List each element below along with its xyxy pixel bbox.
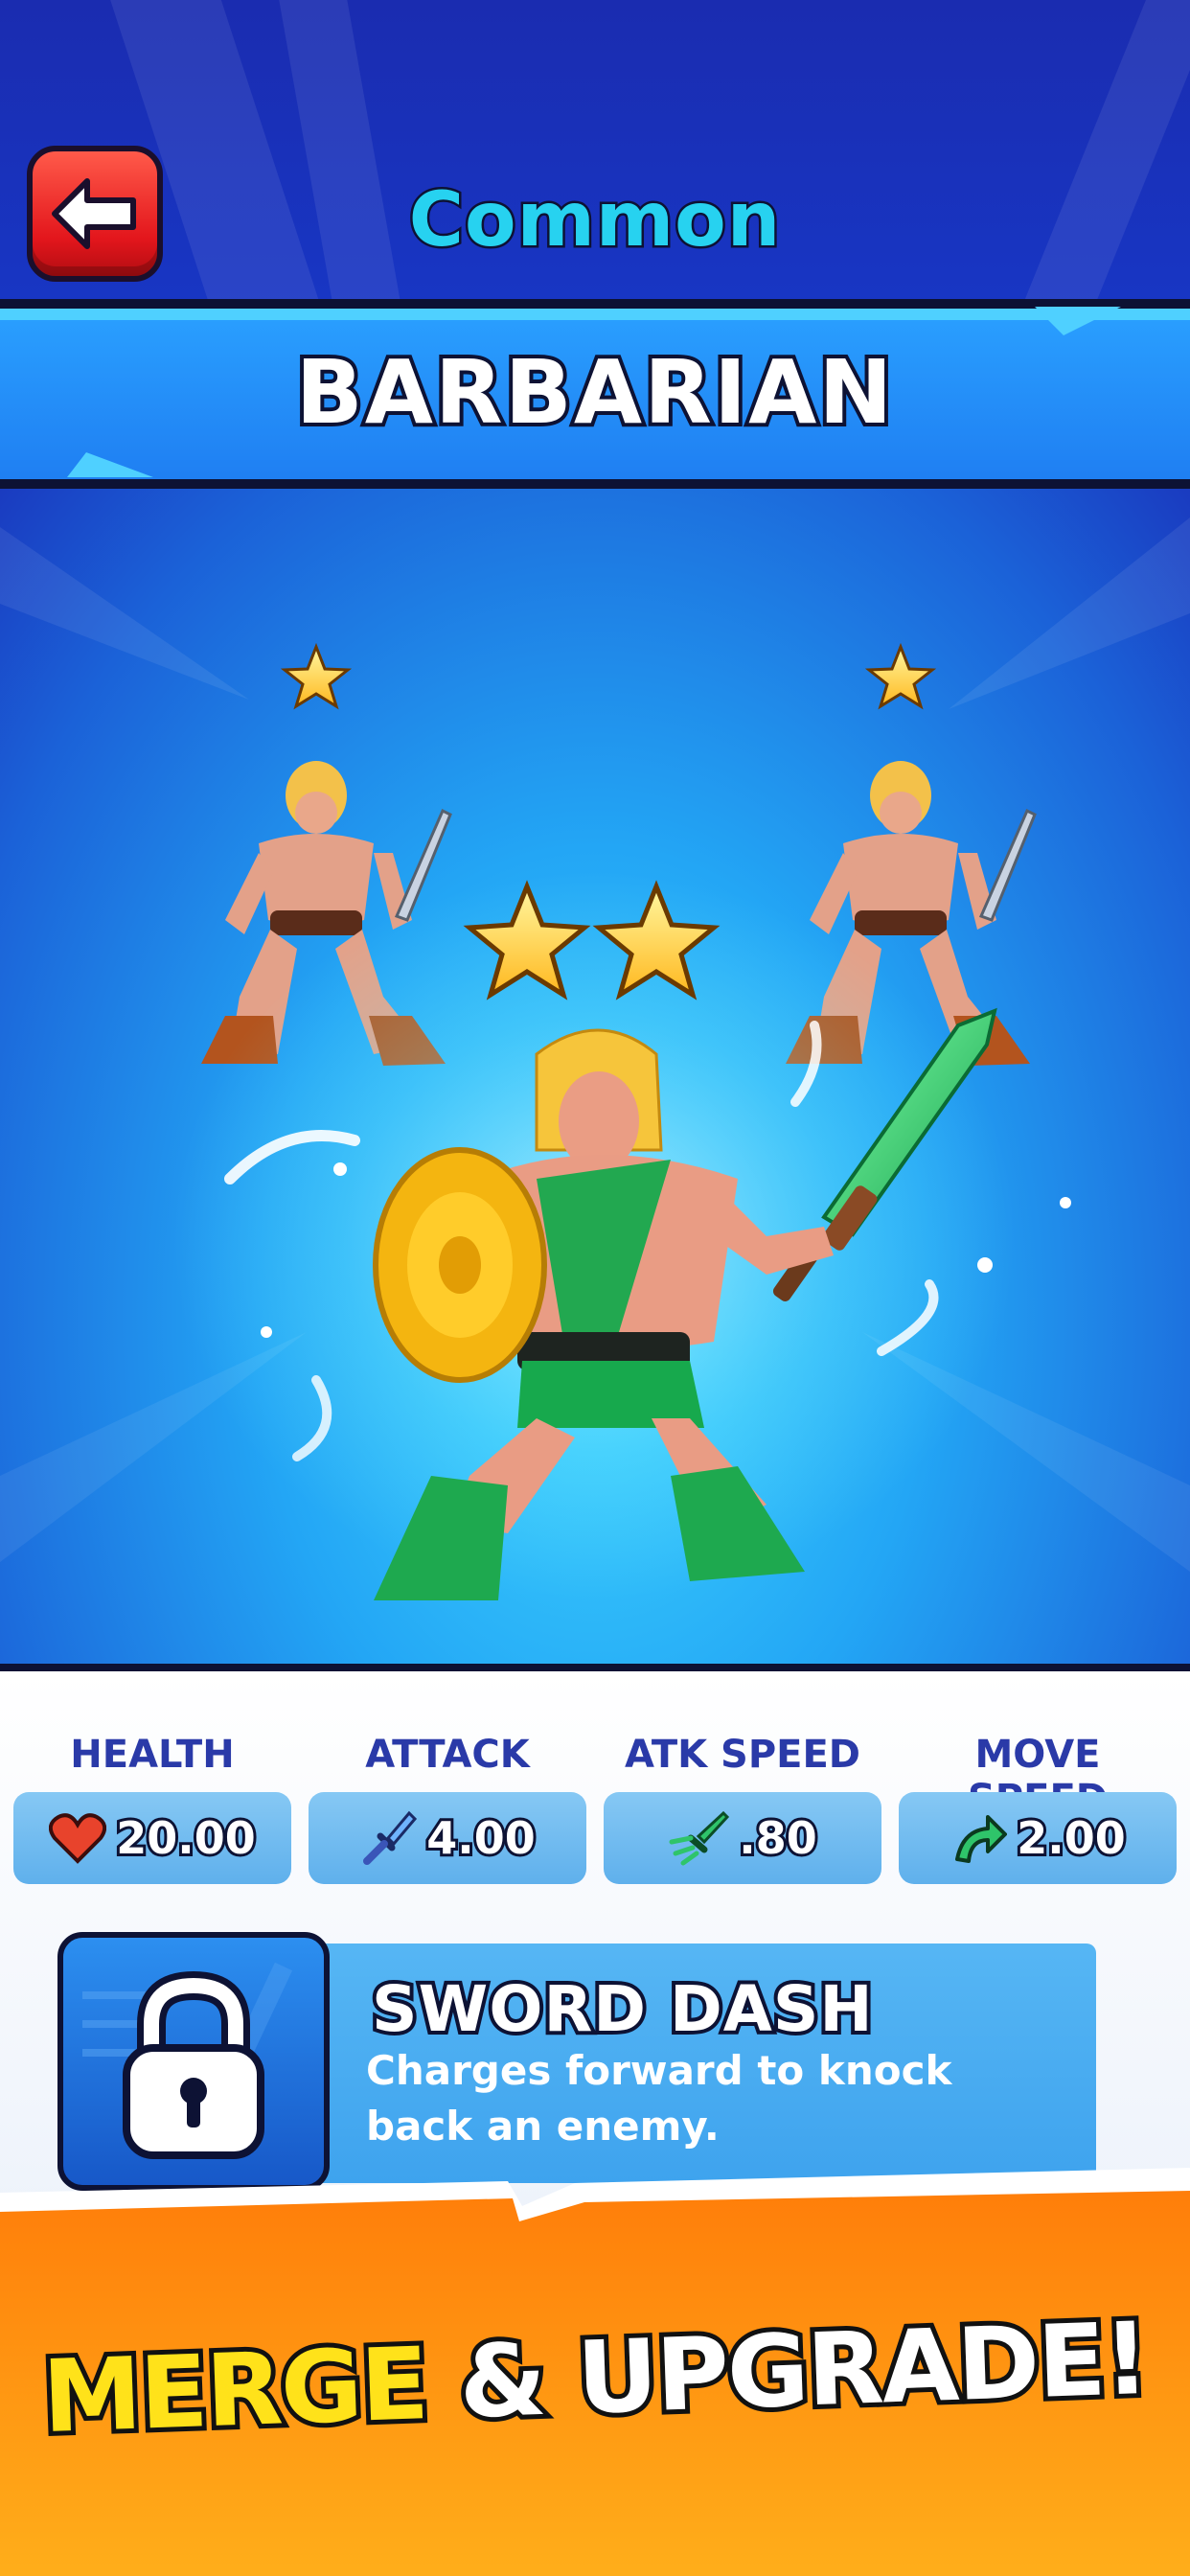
banner-shard-decoration xyxy=(1035,307,1121,335)
stat-value-health: 20.00 xyxy=(113,1809,258,1867)
padlock-icon xyxy=(82,1962,293,2159)
stat-attack: 4.00 xyxy=(309,1792,586,1884)
stat-atk-speed: .80 xyxy=(604,1792,881,1884)
merge-preview-illustration xyxy=(0,518,1190,1600)
stat-move-speed: 2.00 xyxy=(899,1792,1177,1884)
stage-divider xyxy=(0,1664,1190,1671)
ability-name: SWORD DASH xyxy=(368,1968,877,2050)
swift-sword-icon xyxy=(669,1810,730,1866)
stat-value-attack: 4.00 xyxy=(423,1809,538,1867)
rarity-title: Common xyxy=(406,175,783,266)
boot-arrow-icon xyxy=(955,1815,1008,1863)
ability-icon-frame xyxy=(57,1932,330,2191)
promo-merge-word: MERGE xyxy=(35,2320,433,2460)
ability-description: Charges forward to knock back an enemy. xyxy=(366,2047,952,2150)
sword-icon xyxy=(363,1810,418,1865)
unit-name: BARBARIAN xyxy=(292,337,897,448)
unit-showcase-stage xyxy=(0,489,1190,1669)
heart-icon xyxy=(49,1813,107,1864)
stat-label-health: HEALTH xyxy=(70,1733,235,1777)
stat-value-atk-speed: .80 xyxy=(736,1809,819,1867)
stat-value-move-speed: 2.00 xyxy=(1014,1809,1128,1867)
banner-shard-decoration xyxy=(67,452,153,477)
stat-health: 20.00 xyxy=(13,1792,291,1884)
stat-label-atk-speed: ATK SPEED xyxy=(624,1733,861,1777)
stat-label-attack: ATTACK xyxy=(365,1733,530,1777)
